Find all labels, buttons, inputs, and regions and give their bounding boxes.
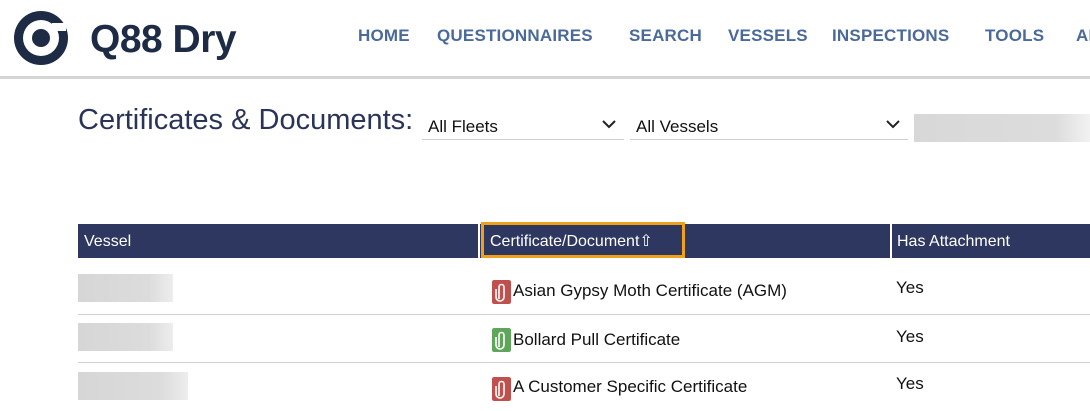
certificate-name[interactable]: Bollard Pull Certificate — [513, 330, 680, 350]
nav-questionnaires[interactable]: QUESTIONNAIRES — [437, 26, 593, 46]
page-title: Certificates & Documents: — [78, 104, 414, 136]
brand-name[interactable]: Q88 Dry — [90, 18, 237, 62]
column-header-attachment[interactable]: Has Attachment — [897, 224, 1010, 258]
nav-inspections[interactable]: INSPECTIONS — [832, 26, 949, 46]
nav-search[interactable]: SEARCH — [629, 26, 702, 46]
table-row: A Customer Specific Certificate Yes — [78, 363, 1090, 411]
vessel-select[interactable]: All Vessels — [630, 112, 908, 140]
has-attachment-value: Yes — [896, 278, 924, 297]
paperclip-green-icon[interactable] — [492, 328, 511, 352]
nav-vessels[interactable]: VESSELS — [728, 26, 808, 46]
column-divider — [478, 224, 480, 258]
vessel-select-value: All Vessels — [636, 117, 719, 136]
table-row: Bollard Pull Certificate Yes — [78, 315, 1090, 363]
chevron-down-icon — [886, 120, 900, 129]
vessel-cell-redacted[interactable] — [78, 274, 173, 302]
chevron-down-icon — [602, 120, 616, 129]
nav-tools[interactable]: TOOLS — [985, 26, 1044, 46]
nav-home[interactable]: HOME — [358, 26, 410, 46]
paperclip-red-icon[interactable] — [492, 377, 511, 401]
vessel-cell-redacted[interactable] — [78, 372, 188, 400]
certificate-name[interactable]: A Customer Specific Certificate — [513, 377, 747, 397]
column-header-vessel[interactable]: Vessel — [84, 224, 131, 258]
fleet-select[interactable]: All Fleets — [422, 112, 624, 140]
has-attachment-value: Yes — [896, 374, 924, 393]
column-divider — [890, 224, 892, 258]
fleet-select-value: All Fleets — [428, 117, 498, 136]
header-divider — [0, 76, 1090, 79]
sort-column-highlight — [481, 222, 685, 258]
nav-admin[interactable]: AD — [1076, 26, 1090, 46]
top-header: Q88 Dry HOME QUESTIONNAIRES SEARCH VESSE… — [0, 0, 1090, 76]
q88-logo-icon[interactable] — [12, 9, 70, 67]
certificate-name[interactable]: Asian Gypsy Moth Certificate (AGM) — [513, 281, 787, 301]
paperclip-red-icon[interactable] — [492, 280, 511, 304]
has-attachment-value: Yes — [896, 327, 924, 346]
vessel-cell-redacted[interactable] — [78, 323, 173, 351]
redacted-filter[interactable] — [914, 114, 1090, 142]
table-row: Asian Gypsy Moth Certificate (AGM) Yes — [78, 266, 1090, 314]
